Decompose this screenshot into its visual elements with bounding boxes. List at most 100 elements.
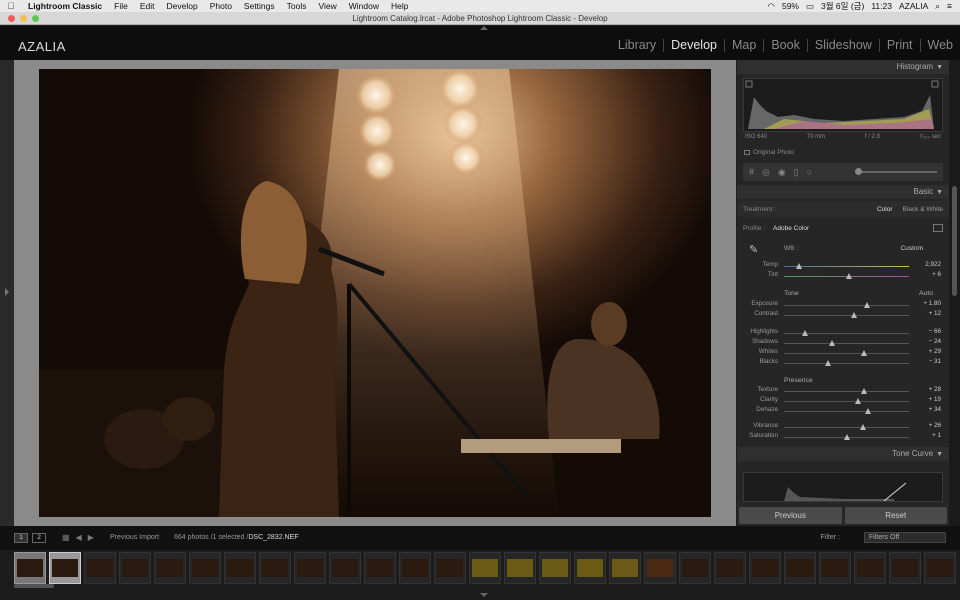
slider-knob[interactable] <box>846 273 852 279</box>
filmstrip-thumbnail[interactable] <box>294 552 326 584</box>
treatment-color-option[interactable]: Color <box>877 206 893 213</box>
filmstrip-thumbnail[interactable] <box>609 552 641 584</box>
main-window-button[interactable]: 1 <box>14 533 28 543</box>
filmstrip-thumbnail[interactable] <box>434 552 466 584</box>
slider-knob[interactable] <box>863 302 870 308</box>
slider-value[interactable]: 2,922 <box>925 261 941 268</box>
menu-help[interactable]: Help <box>385 1 414 11</box>
slider-knob[interactable] <box>851 312 857 318</box>
slider-value[interactable]: + 29 <box>929 348 941 355</box>
filmstrip-thumbnail[interactable] <box>84 552 116 584</box>
slider-blacks[interactable]: Blacks − 31 <box>737 358 949 368</box>
menu-tools[interactable]: Tools <box>281 1 313 11</box>
module-map[interactable]: Map <box>724 39 763 52</box>
filmstrip-thumbnail[interactable] <box>504 552 536 584</box>
slider-value[interactable]: + 1.80 <box>923 300 941 307</box>
slider-knob[interactable] <box>859 424 866 430</box>
filter-select[interactable]: Filters Off <box>864 532 946 543</box>
slider-shadows[interactable]: Shadows − 24 <box>737 338 949 348</box>
tone-auto-button[interactable]: Auto <box>919 290 933 297</box>
slider-clarity[interactable]: Clarity + 19 <box>737 396 949 406</box>
top-panel-toggle-icon[interactable] <box>480 26 488 30</box>
filmstrip-thumbnail[interactable] <box>329 552 361 584</box>
reset-button[interactable]: Reset <box>844 507 947 524</box>
filmstrip-thumbnail[interactable] <box>14 552 46 584</box>
module-print[interactable]: Print <box>878 39 920 52</box>
menu-view[interactable]: View <box>312 1 342 11</box>
slider-track[interactable] <box>784 312 909 318</box>
slider-value[interactable]: + 1 <box>932 432 941 439</box>
filmstrip-thumbnail[interactable] <box>749 552 781 584</box>
previous-button[interactable]: Previous <box>739 507 842 524</box>
slider-value[interactable]: − 31 <box>929 358 941 365</box>
menu-app-name[interactable]: Lightroom Classic <box>22 1 108 11</box>
module-web[interactable]: Web <box>919 39 960 52</box>
treatment-bw-option[interactable]: Black & White <box>903 206 943 213</box>
forward-arrow-icon[interactable]: ▶ <box>88 533 94 542</box>
menu-photo[interactable]: Photo <box>204 1 238 11</box>
slider-exposure[interactable]: Exposure + 1.80 <box>737 300 949 310</box>
slider-track[interactable] <box>784 340 909 346</box>
original-photo-checkbox[interactable] <box>744 149 750 155</box>
slider-texture[interactable]: Texture + 28 <box>737 386 949 396</box>
expand-left-panel-icon[interactable] <box>5 288 9 296</box>
slider-knob[interactable] <box>796 263 802 269</box>
slider-track[interactable] <box>784 263 909 269</box>
profile-browser-icon[interactable] <box>933 224 943 232</box>
battery-percent[interactable]: 59% <box>782 1 799 11</box>
filmstrip-thumbnail[interactable] <box>539 552 571 584</box>
slider-highlights[interactable]: Highlights − 66 <box>737 328 949 338</box>
slider-value[interactable]: + 28 <box>929 386 941 393</box>
grid-view-icon[interactable]: ▦ <box>62 533 70 542</box>
tone-curve-graph[interactable] <box>743 472 943 502</box>
menu-develop[interactable]: Develop <box>161 1 204 11</box>
filmstrip-thumbnail[interactable] <box>644 552 676 584</box>
histogram-header[interactable]: Histogram ▼ <box>737 60 949 74</box>
slider-track[interactable] <box>784 388 909 394</box>
menubar-time[interactable]: 11:23 <box>871 1 892 11</box>
profile-select[interactable]: Adobe Color <box>773 225 809 232</box>
right-panel-scrollbar[interactable] <box>949 60 960 526</box>
menu-settings[interactable]: Settings <box>238 1 281 11</box>
filmstrip-thumbnail[interactable] <box>784 552 816 584</box>
filmstrip-thumbnail[interactable] <box>924 552 956 584</box>
tone-curve-header[interactable]: Tone Curve ▼ <box>737 447 949 461</box>
slider-track[interactable] <box>784 398 909 404</box>
filmstrip-scrollbar[interactable] <box>14 584 54 588</box>
spotlight-search-icon[interactable]: ⌕ <box>935 1 940 12</box>
slider-temp[interactable]: Temp 2,922 <box>737 261 949 271</box>
slider-track[interactable] <box>784 350 909 356</box>
filmstrip-thumbnail[interactable] <box>364 552 396 584</box>
filmstrip-thumbnail[interactable] <box>119 552 151 584</box>
slider-knob[interactable] <box>861 350 867 356</box>
slider-track[interactable] <box>784 273 909 279</box>
slider-value[interactable]: + 26 <box>929 422 941 429</box>
slider-knob[interactable] <box>861 388 867 394</box>
menu-file[interactable]: File <box>108 1 134 11</box>
slider-knob[interactable] <box>854 398 861 404</box>
basic-header[interactable]: Basic ▼ <box>737 185 949 199</box>
filmstrip-thumbnail[interactable] <box>259 552 291 584</box>
menu-edit[interactable]: Edit <box>134 1 161 11</box>
module-slideshow[interactable]: Slideshow <box>806 39 879 52</box>
histogram-graph[interactable] <box>743 78 943 132</box>
scrollbar-thumb[interactable] <box>952 186 957 296</box>
crop-tool-icon[interactable]: # <box>749 167 754 177</box>
slider-knob[interactable] <box>843 434 850 440</box>
slider-knob[interactable] <box>802 330 809 336</box>
slider-value[interactable]: − 66 <box>929 328 941 335</box>
bottom-panel-toggle-icon[interactable] <box>480 593 488 597</box>
filmstrip-thumbnail[interactable] <box>889 552 921 584</box>
filmstrip-thumbnail[interactable] <box>154 552 186 584</box>
red-eye-icon[interactable]: ◉ <box>778 167 786 178</box>
filmstrip-source[interactable]: Previous Import <box>110 534 159 541</box>
filmstrip-thumbnail[interactable] <box>714 552 746 584</box>
slider-dehaze[interactable]: Dehaze + 34 <box>737 406 949 416</box>
brush-tool-slider[interactable] <box>855 168 937 175</box>
slider-value[interactable]: + 34 <box>929 406 941 413</box>
filmstrip-thumbnail[interactable] <box>819 552 851 584</box>
filmstrip-thumbnail[interactable] <box>679 552 711 584</box>
filmstrip-thumbnail[interactable] <box>189 552 221 584</box>
slider-track[interactable] <box>784 360 909 366</box>
filmstrip-thumbnail[interactable] <box>574 552 606 584</box>
